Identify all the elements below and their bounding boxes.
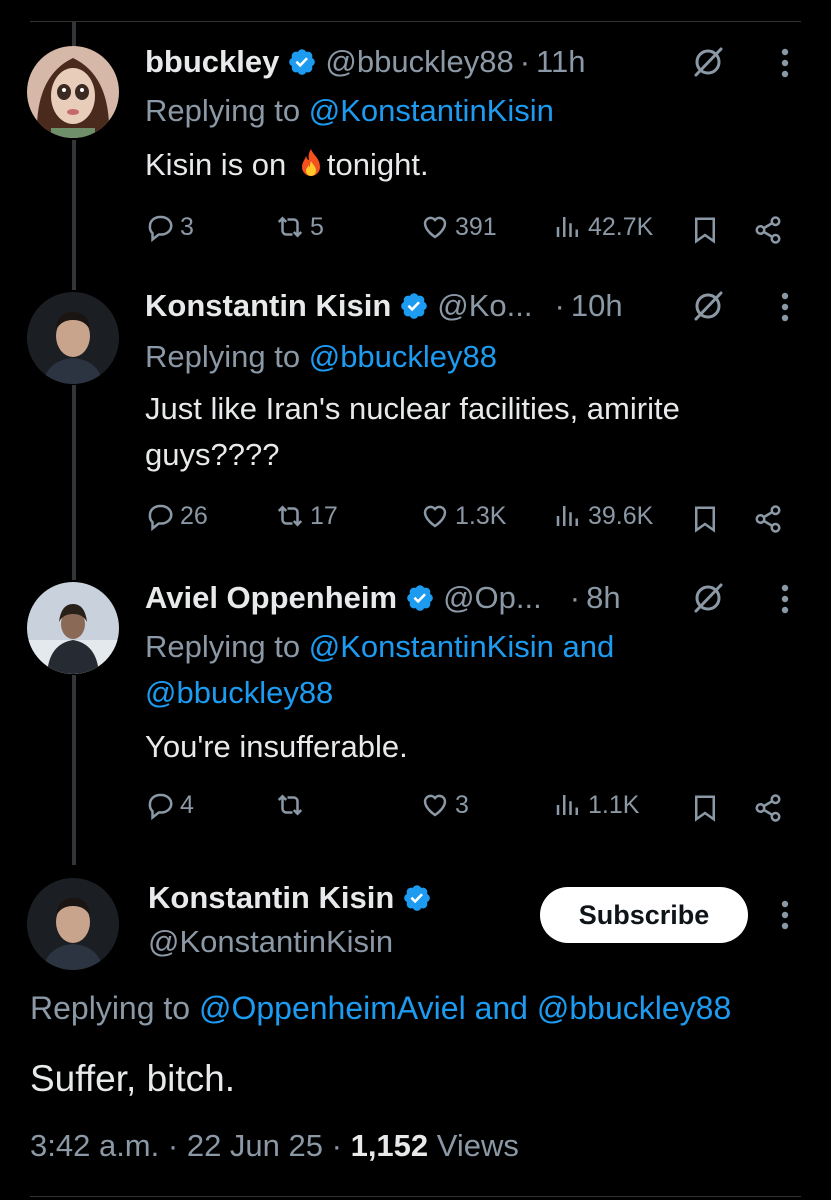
heart-icon bbox=[423, 216, 447, 239]
grok-icon[interactable] bbox=[690, 44, 726, 80]
repost-button[interactable]: 17 bbox=[275, 501, 338, 531]
replying-to: Replying to @bbuckley88 bbox=[145, 339, 498, 374]
like-button[interactable]: 1.3K bbox=[420, 501, 506, 531]
timestamp[interactable]: 3:42 a.m. bbox=[30, 1128, 159, 1163]
views-button[interactable]: 1.1K bbox=[553, 790, 639, 820]
post-header: Konstantin Kisin bbox=[148, 880, 440, 916]
mention-link[interactable]: @KonstantinKisin bbox=[309, 93, 554, 128]
action-bar: 3 5 391 42.7K bbox=[145, 212, 795, 248]
author-name[interactable]: Konstantin Kisin bbox=[145, 288, 391, 324]
more-options-icon[interactable] bbox=[780, 290, 790, 324]
author-name[interactable]: Konstantin Kisin bbox=[148, 880, 394, 916]
mention-link[interactable]: @KonstantinKisin and bbox=[309, 629, 615, 664]
verified-badge-icon bbox=[404, 885, 431, 911]
more-options-icon[interactable] bbox=[780, 582, 790, 616]
mention-link[interactable]: @OppenheimAviel and @bbuckley88 bbox=[199, 990, 731, 1026]
reply-button[interactable]: 4 bbox=[145, 790, 194, 820]
verified-badge-icon bbox=[401, 293, 428, 319]
repost-icon bbox=[277, 216, 303, 238]
fire-emoji-icon bbox=[301, 149, 320, 176]
repost-button[interactable] bbox=[275, 790, 310, 820]
separator: · bbox=[167, 1128, 179, 1163]
post-meta: 3:42 a.m. · 22 Jun 25 · 1,152 Views bbox=[30, 1128, 519, 1164]
thread-connector bbox=[72, 675, 76, 865]
replying-to: Replying to @KonstantinKisin and @bbuckl… bbox=[145, 629, 615, 710]
analytics-icon bbox=[556, 506, 578, 526]
reply-button[interactable]: 26 bbox=[145, 501, 208, 531]
author-handle[interactable]: @KonstantinKisin bbox=[148, 924, 393, 960]
share-icon[interactable] bbox=[753, 504, 783, 534]
analytics-icon bbox=[556, 795, 578, 815]
timestamp[interactable]: 8h bbox=[586, 580, 620, 616]
share-icon[interactable] bbox=[753, 215, 783, 245]
mention-link[interactable]: @bbuckley88 bbox=[145, 675, 333, 710]
subscribe-button[interactable]: Subscribe bbox=[540, 887, 748, 943]
post-text: You're insufferable. bbox=[145, 729, 408, 764]
post-date[interactable]: 22 Jun 25 bbox=[187, 1128, 323, 1163]
bookmark-icon[interactable] bbox=[690, 215, 720, 245]
bookmark-icon[interactable] bbox=[690, 504, 720, 534]
views-label: Views bbox=[436, 1128, 519, 1163]
grok-icon[interactable] bbox=[690, 580, 726, 616]
snow-man-avatar-icon bbox=[27, 582, 119, 674]
man-avatar-icon bbox=[27, 878, 119, 970]
repost-icon bbox=[277, 794, 303, 816]
more-options-icon[interactable] bbox=[780, 46, 790, 80]
action-bar: 26 17 1.3K 39.6K bbox=[145, 501, 795, 537]
like-button[interactable]: 391 bbox=[420, 212, 497, 242]
separator: · bbox=[519, 44, 531, 79]
author-name[interactable]: Aviel Oppenheim bbox=[145, 580, 397, 616]
heart-icon bbox=[423, 505, 447, 528]
bookmark-icon[interactable] bbox=[690, 793, 720, 823]
avatar[interactable] bbox=[27, 292, 119, 384]
mention-link[interactable]: @bbuckley88 bbox=[309, 339, 497, 374]
analytics-icon bbox=[556, 217, 578, 237]
reply-button[interactable]: 3 bbox=[145, 212, 194, 242]
verified-badge-icon bbox=[407, 585, 433, 611]
separator: · bbox=[569, 580, 581, 615]
timestamp[interactable]: 11h bbox=[536, 44, 585, 80]
replying-to: Replying to @OppenheimAviel and @bbuckle… bbox=[30, 990, 732, 1026]
separator: · bbox=[331, 1128, 342, 1163]
reply-icon bbox=[148, 504, 173, 531]
repost-icon bbox=[277, 505, 303, 527]
views-button[interactable]: 42.7K bbox=[553, 212, 653, 242]
divider bbox=[30, 1196, 801, 1197]
man-avatar-icon bbox=[27, 292, 119, 384]
verified-badge-icon bbox=[289, 49, 316, 75]
views-button[interactable]: 39.6K bbox=[553, 501, 653, 531]
divider bbox=[30, 21, 801, 22]
author-name[interactable]: bbuckley bbox=[145, 44, 279, 80]
post-header: Konstantin Kisin @Ko... · 10h bbox=[145, 286, 623, 326]
reply-icon bbox=[148, 215, 173, 242]
author-handle[interactable]: @Op... bbox=[443, 580, 542, 616]
heart-icon bbox=[423, 794, 447, 817]
share-icon[interactable] bbox=[753, 793, 783, 823]
post-text: Kisin is on tonight. bbox=[145, 147, 429, 182]
thread-connector bbox=[72, 140, 76, 290]
grok-icon[interactable] bbox=[690, 288, 726, 324]
post-header: Aviel Oppenheim @Op... · 8h bbox=[145, 578, 621, 618]
post-text: Suffer, bitch. bbox=[30, 1058, 235, 1099]
like-button[interactable]: 3 bbox=[420, 790, 469, 820]
avatar[interactable] bbox=[27, 46, 119, 138]
author-handle[interactable]: @bbuckley88 bbox=[325, 44, 513, 80]
thread-view: bbuckley @bbuckley88 · 11h Replying to @… bbox=[0, 0, 831, 1200]
post-text: Just like Iran's nuclear facilities, ami… bbox=[145, 391, 680, 472]
avatar[interactable] bbox=[27, 878, 119, 970]
replying-to: Replying to @KonstantinKisin bbox=[145, 93, 554, 128]
timestamp[interactable]: 10h bbox=[571, 288, 623, 324]
action-bar: 4 3 1.1K bbox=[145, 790, 795, 826]
author-handle[interactable]: @Ko... bbox=[437, 288, 532, 324]
thread-connector bbox=[72, 385, 76, 580]
doll-avatar-icon bbox=[27, 46, 119, 138]
avatar[interactable] bbox=[27, 582, 119, 674]
repost-button[interactable]: 5 bbox=[275, 212, 324, 242]
reply-icon bbox=[148, 793, 173, 820]
post-header: bbuckley @bbuckley88 · 11h bbox=[145, 42, 585, 82]
separator: · bbox=[554, 288, 565, 323]
more-options-icon[interactable] bbox=[780, 898, 790, 932]
views-count: 1,152 bbox=[350, 1128, 429, 1163]
